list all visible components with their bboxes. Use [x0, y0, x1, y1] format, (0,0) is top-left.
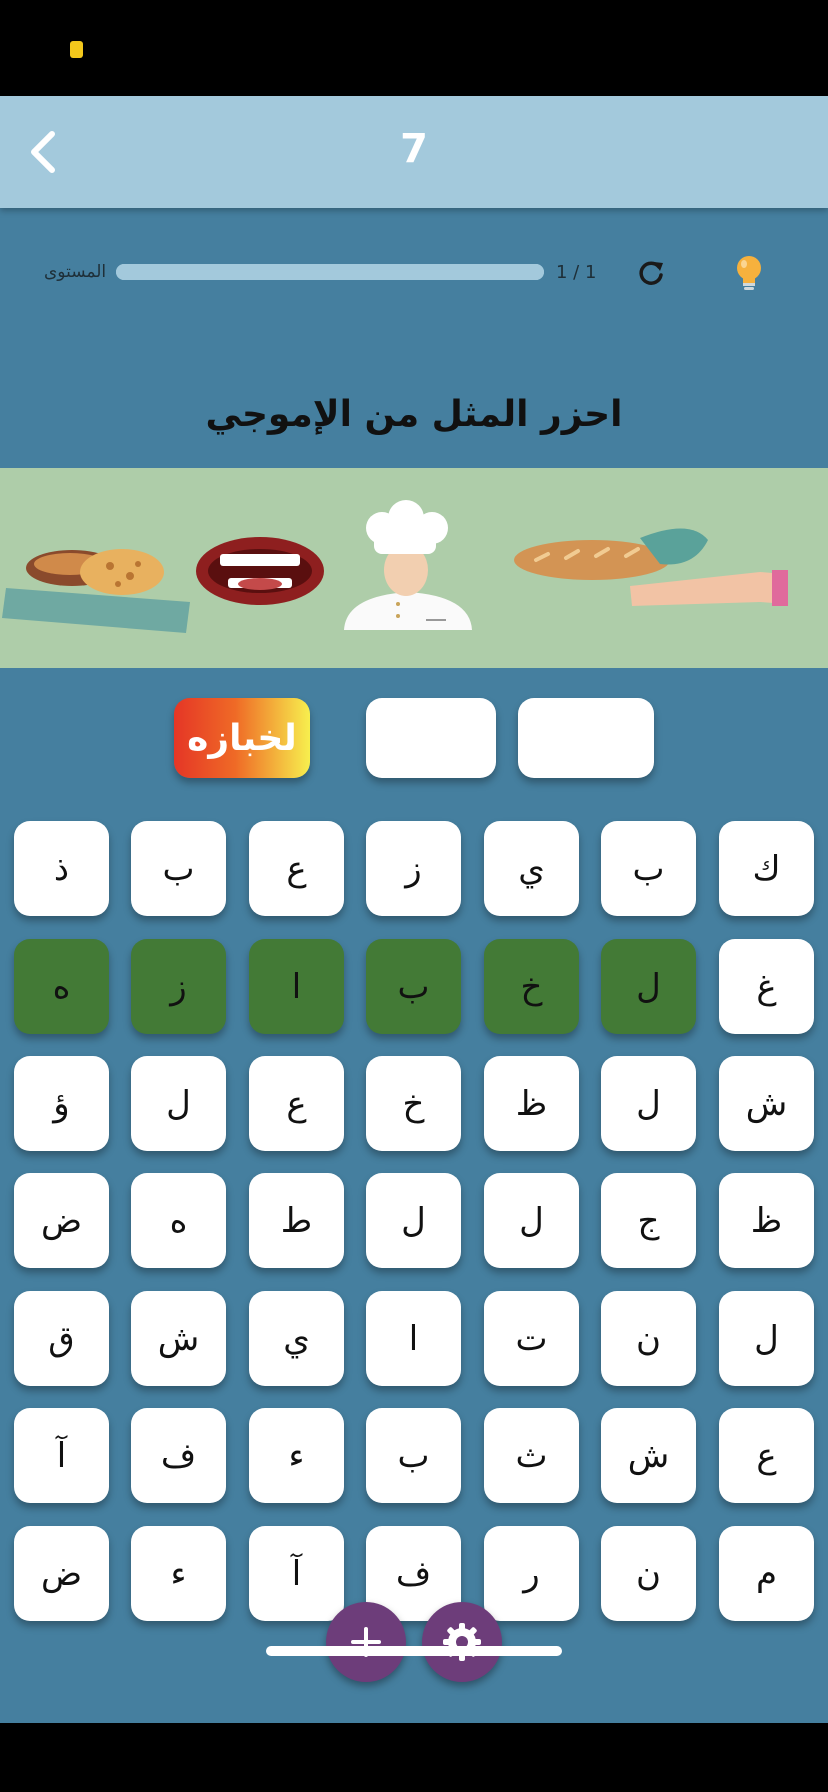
letter-key[interactable]: ر — [484, 1526, 579, 1621]
letter-key[interactable]: ء — [249, 1408, 344, 1503]
letter-key-used[interactable]: ا — [249, 939, 344, 1034]
letter-key[interactable]: ظ — [719, 1173, 814, 1268]
letter-key-used[interactable]: ب — [366, 939, 461, 1034]
letter-key[interactable]: ب — [366, 1408, 461, 1503]
letter-key[interactable]: ي — [484, 821, 579, 916]
progress-fill — [116, 264, 544, 280]
letter-key[interactable]: ش — [719, 1056, 814, 1151]
progress-label: المستوى — [44, 262, 107, 282]
letter-key-used[interactable]: خ — [484, 939, 579, 1034]
letter-key[interactable]: ش — [601, 1408, 696, 1503]
letter-key[interactable]: ع — [249, 821, 344, 916]
letter-key[interactable]: ل — [484, 1173, 579, 1268]
letter-key[interactable]: ء — [131, 1526, 226, 1621]
progress-bar — [116, 264, 544, 280]
game-area: المستوى 1 / 1 احزر المثل من الإموجي لخبا… — [0, 208, 828, 1723]
refresh-icon[interactable] — [636, 258, 666, 288]
letter-key[interactable]: ؤ — [14, 1056, 109, 1151]
letter-key[interactable]: ه — [131, 1173, 226, 1268]
home-indicator[interactable] — [266, 1646, 562, 1656]
letter-key[interactable]: آ — [249, 1526, 344, 1621]
baguette-hand-icon — [514, 528, 788, 606]
letter-key[interactable]: م — [719, 1526, 814, 1621]
letter-key[interactable]: آ — [14, 1408, 109, 1503]
letter-key[interactable]: ن — [601, 1526, 696, 1621]
letter-key-used[interactable]: ز — [131, 939, 226, 1034]
puzzle-title: احزر المثل من الإموجي — [205, 394, 623, 435]
letter-key[interactable]: ض — [14, 1526, 109, 1621]
letter-key[interactable]: ز — [366, 821, 461, 916]
letter-key-used[interactable]: ل — [601, 939, 696, 1034]
progress-count: 1 / 1 — [556, 262, 597, 283]
letter-key[interactable]: ض — [14, 1173, 109, 1268]
emoji-clue-image — [0, 468, 828, 668]
letter-key[interactable]: ع — [719, 1408, 814, 1503]
letter-key[interactable]: ق — [14, 1291, 109, 1386]
letter-key[interactable]: ل — [131, 1056, 226, 1151]
settings-button[interactable] — [422, 1602, 502, 1682]
letter-key[interactable]: ل — [719, 1291, 814, 1386]
gear-icon — [443, 1623, 481, 1661]
letter-key[interactable]: ب — [131, 821, 226, 916]
answer-slot[interactable] — [518, 698, 654, 778]
letter-key[interactable]: ل — [366, 1173, 461, 1268]
answer-slot[interactable] — [366, 698, 496, 778]
answer-slot[interactable]: لخبازه — [174, 698, 310, 778]
status-bar — [0, 0, 828, 96]
letter-key[interactable]: ت — [484, 1291, 579, 1386]
lightbulb-icon[interactable] — [732, 254, 766, 292]
bread-icon — [2, 549, 190, 633]
letter-key[interactable]: ل — [601, 1056, 696, 1151]
add-button[interactable] — [326, 1602, 406, 1682]
letter-key[interactable]: ط — [249, 1173, 344, 1268]
letter-key[interactable]: ك — [719, 821, 814, 916]
letter-key[interactable]: ث — [484, 1408, 579, 1503]
letter-key[interactable]: ي — [249, 1291, 344, 1386]
letter-key[interactable]: خ — [366, 1056, 461, 1151]
letter-key[interactable]: ا — [366, 1291, 461, 1386]
letter-key[interactable]: غ — [719, 939, 814, 1034]
chef-icon — [344, 500, 472, 630]
home-indicator-area — [0, 1723, 828, 1792]
mouth-icon — [196, 537, 324, 605]
letter-key[interactable]: ش — [131, 1291, 226, 1386]
level-title: 7 — [400, 126, 428, 172]
letter-key[interactable]: ظ — [484, 1056, 579, 1151]
battery-icon — [70, 41, 83, 58]
letter-key[interactable]: ج — [601, 1173, 696, 1268]
letter-key[interactable]: ب — [601, 821, 696, 916]
nav-bar: 7 — [0, 96, 828, 208]
letter-key-used[interactable]: ه — [14, 939, 109, 1034]
letter-key[interactable]: ف — [131, 1408, 226, 1503]
letter-key[interactable]: ع — [249, 1056, 344, 1151]
letter-key[interactable]: ن — [601, 1291, 696, 1386]
letter-key[interactable]: ذ — [14, 821, 109, 916]
